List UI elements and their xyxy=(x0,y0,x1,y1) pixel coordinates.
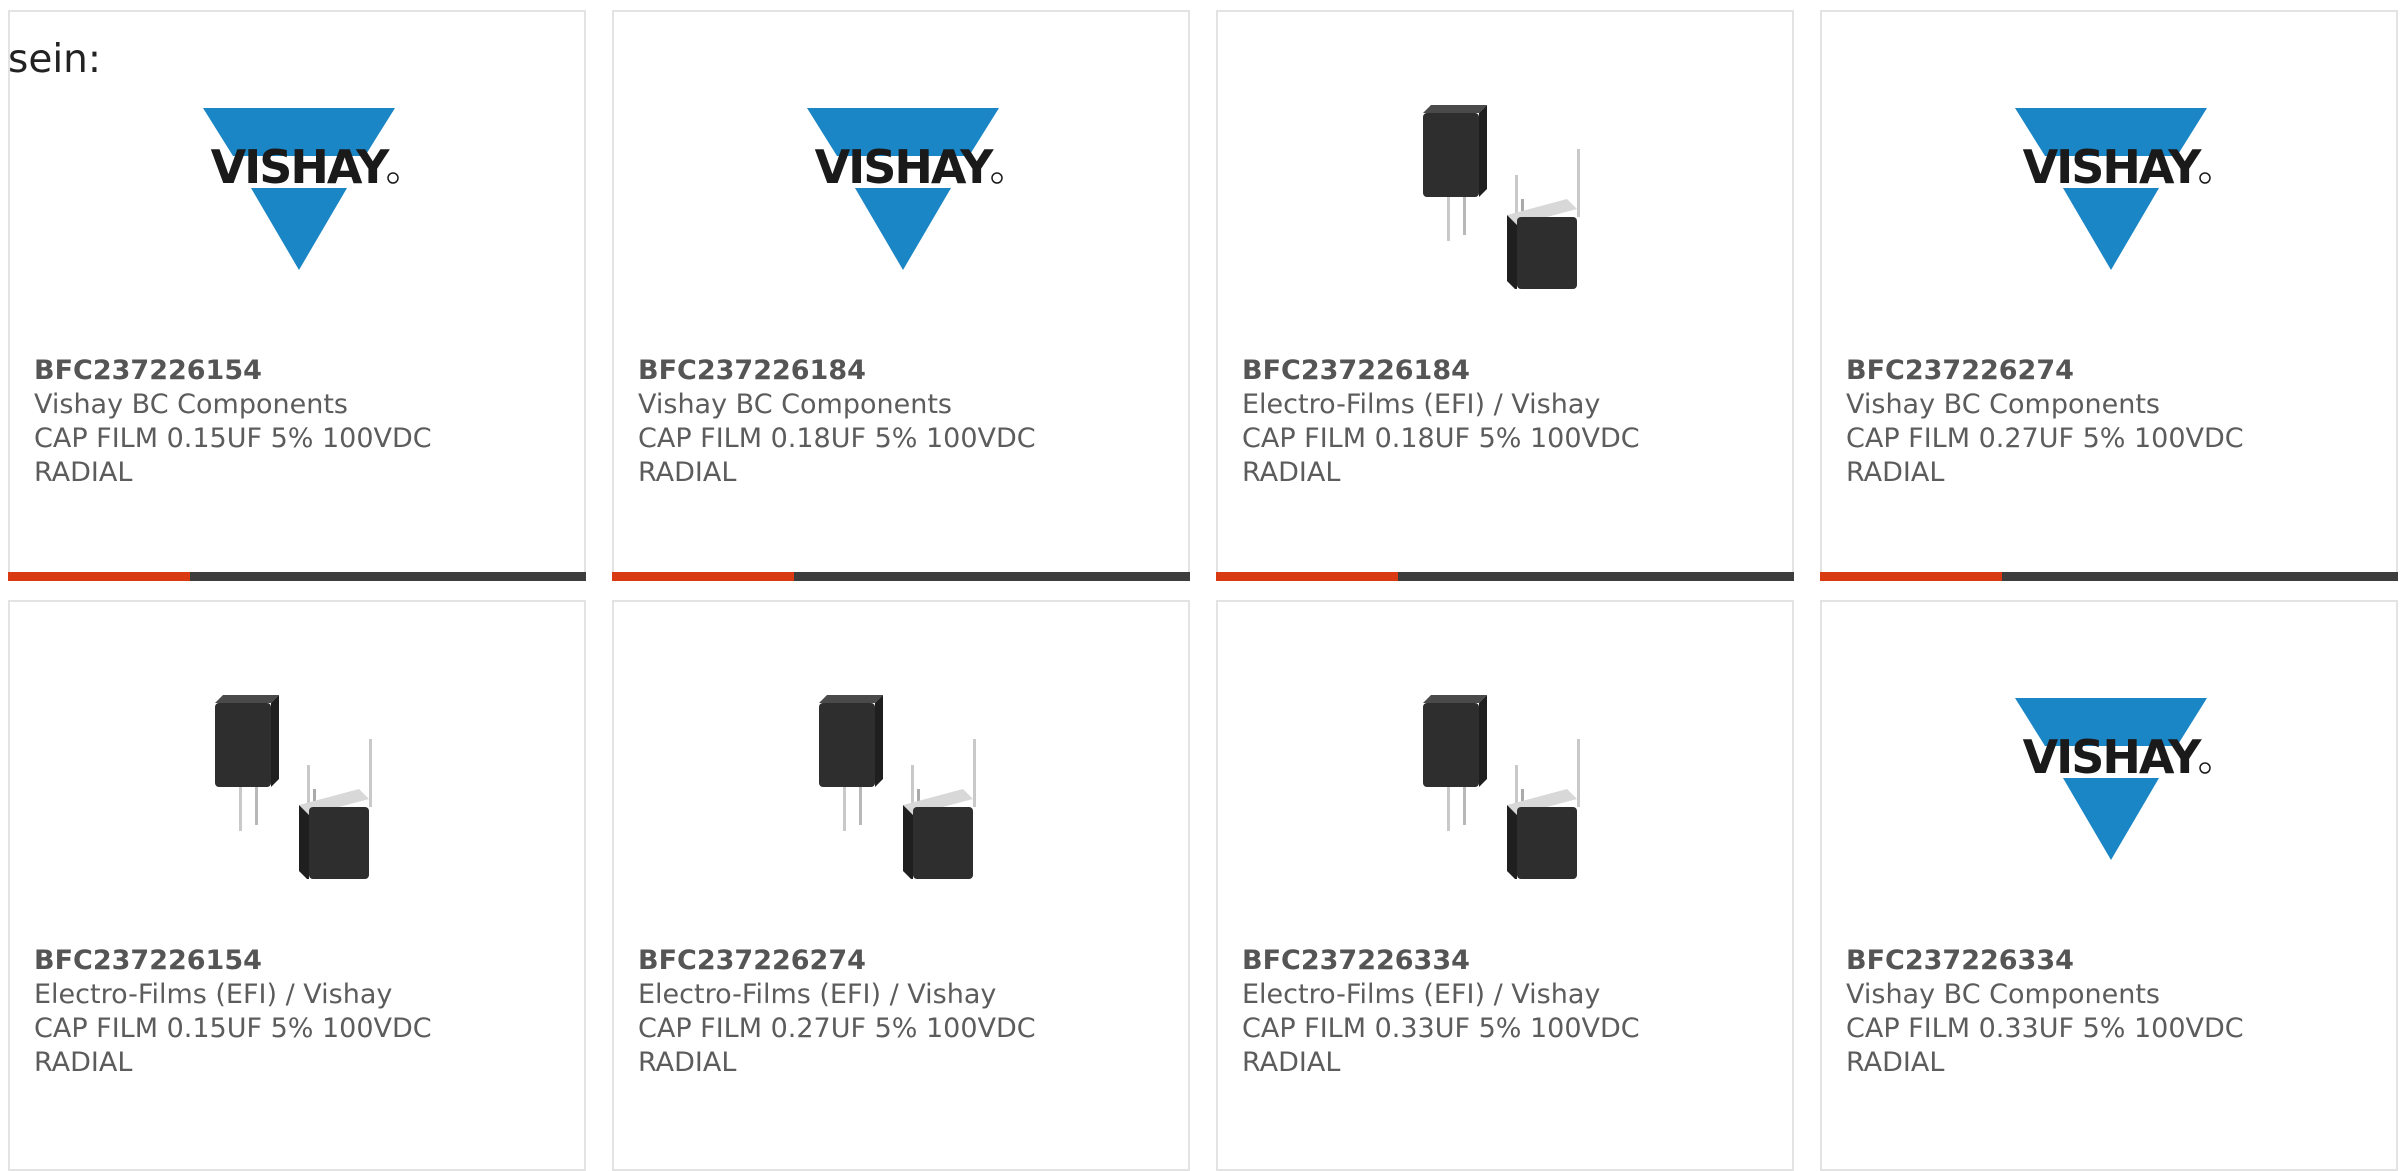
product-card[interactable]: VISHAY BFC237226334 Vishay BC Components… xyxy=(1820,600,2398,1171)
product-card[interactable]: VISHAY BFC237226184 Vishay BC Components… xyxy=(612,10,1190,581)
product-image[interactable] xyxy=(1407,89,1607,289)
manufacturer: Vishay BC Components xyxy=(1846,389,2160,420)
product-image[interactable]: VISHAY xyxy=(2011,679,2211,879)
svg-text:VISHAY: VISHAY xyxy=(2023,730,2203,784)
product-info: BFC237226274 Vishay BC Components CAP FI… xyxy=(1846,354,2384,490)
description: CAP FILM 0.33UF 5% 100VDC xyxy=(1242,1013,1640,1044)
manufacturer: Electro-Films (EFI) / Vishay xyxy=(638,979,997,1010)
vishay-logo-icon: VISHAY xyxy=(2015,698,2211,860)
card-progress-accent xyxy=(612,572,795,581)
product-info: BFC237226184 Electro-Films (EFI) / Visha… xyxy=(1242,354,1780,490)
package: RADIAL xyxy=(34,1047,133,1078)
capacitor-photo-icon xyxy=(1423,105,1580,289)
vishay-logo-icon: VISHAY xyxy=(2015,108,2211,270)
card-progress-bar xyxy=(8,572,586,581)
product-card[interactable]: BFC237226154 Electro-Films (EFI) / Visha… xyxy=(8,600,586,1171)
package: RADIAL xyxy=(1846,457,1945,488)
product-info: BFC237226334 Electro-Films (EFI) / Visha… xyxy=(1242,944,1780,1080)
card-progress-accent xyxy=(8,572,191,581)
svg-text:VISHAY: VISHAY xyxy=(815,140,995,194)
vishay-logo-icon: VISHAY xyxy=(203,108,399,270)
part-number[interactable]: BFC237226274 xyxy=(1846,354,2384,388)
product-image[interactable] xyxy=(803,679,1003,879)
product-info: BFC237226154 Electro-Films (EFI) / Visha… xyxy=(34,944,572,1080)
description: CAP FILM 0.27UF 5% 100VDC xyxy=(638,1013,1036,1044)
package: RADIAL xyxy=(1242,1047,1341,1078)
part-number[interactable]: BFC237226154 xyxy=(34,944,572,978)
part-number[interactable]: BFC237226184 xyxy=(638,354,1176,388)
product-info: BFC237226334 Vishay BC Components CAP FI… xyxy=(1846,944,2384,1080)
vishay-logo-icon: VISHAY xyxy=(807,108,1003,270)
card-progress-bar xyxy=(1216,572,1794,581)
card-progress-accent xyxy=(1820,572,2003,581)
description: CAP FILM 0.15UF 5% 100VDC xyxy=(34,423,432,454)
product-image[interactable]: VISHAY xyxy=(199,89,399,289)
product-card[interactable]: VISHAY BFC237226154 Vishay BC Components… xyxy=(8,10,586,581)
manufacturer: Vishay BC Components xyxy=(1846,979,2160,1010)
package: RADIAL xyxy=(34,457,133,488)
product-info: BFC237226274 Electro-Films (EFI) / Visha… xyxy=(638,944,1176,1080)
description: CAP FILM 0.27UF 5% 100VDC xyxy=(1846,423,2244,454)
product-card[interactable]: VISHAY BFC237226274 Vishay BC Components… xyxy=(1820,10,2398,581)
capacitor-photo-icon xyxy=(819,695,976,879)
capacitor-photo-icon xyxy=(215,695,372,879)
description: CAP FILM 0.15UF 5% 100VDC xyxy=(34,1013,432,1044)
part-number[interactable]: BFC237226334 xyxy=(1846,944,2384,978)
manufacturer: Vishay BC Components xyxy=(34,389,348,420)
part-number[interactable]: BFC237226274 xyxy=(638,944,1176,978)
manufacturer: Electro-Films (EFI) / Vishay xyxy=(34,979,393,1010)
product-card[interactable]: BFC237226184 Electro-Films (EFI) / Visha… xyxy=(1216,10,1794,581)
card-progress-bar xyxy=(612,572,1190,581)
product-image[interactable] xyxy=(199,679,399,879)
description: CAP FILM 0.18UF 5% 100VDC xyxy=(1242,423,1640,454)
package: RADIAL xyxy=(1846,1047,1945,1078)
intro-text: sein: xyxy=(8,37,102,82)
manufacturer: Electro-Films (EFI) / Vishay xyxy=(1242,979,1601,1010)
manufacturer: Vishay BC Components xyxy=(638,389,952,420)
package: RADIAL xyxy=(1242,457,1341,488)
svg-text:VISHAY: VISHAY xyxy=(2023,140,2203,194)
manufacturer: Electro-Films (EFI) / Vishay xyxy=(1242,389,1601,420)
product-image[interactable] xyxy=(1407,679,1607,879)
part-number[interactable]: BFC237226154 xyxy=(34,354,572,388)
product-grid: VISHAY BFC237226154 Vishay BC Components… xyxy=(8,10,2398,1171)
product-info: BFC237226154 Vishay BC Components CAP FI… xyxy=(34,354,572,490)
card-progress-bar xyxy=(1820,572,2398,581)
product-card[interactable]: BFC237226274 Electro-Films (EFI) / Visha… xyxy=(612,600,1190,1171)
product-info: BFC237226184 Vishay BC Components CAP FI… xyxy=(638,354,1176,490)
part-number[interactable]: BFC237226334 xyxy=(1242,944,1780,978)
capacitor-photo-icon xyxy=(1423,695,1580,879)
package: RADIAL xyxy=(638,457,737,488)
svg-text:VISHAY: VISHAY xyxy=(211,140,391,194)
product-image[interactable]: VISHAY xyxy=(2011,89,2211,289)
card-progress-accent xyxy=(1216,572,1399,581)
product-image[interactable]: VISHAY xyxy=(803,89,1003,289)
part-number[interactable]: BFC237226184 xyxy=(1242,354,1780,388)
package: RADIAL xyxy=(638,1047,737,1078)
description: CAP FILM 0.18UF 5% 100VDC xyxy=(638,423,1036,454)
description: CAP FILM 0.33UF 5% 100VDC xyxy=(1846,1013,2244,1044)
product-card[interactable]: BFC237226334 Electro-Films (EFI) / Visha… xyxy=(1216,600,1794,1171)
